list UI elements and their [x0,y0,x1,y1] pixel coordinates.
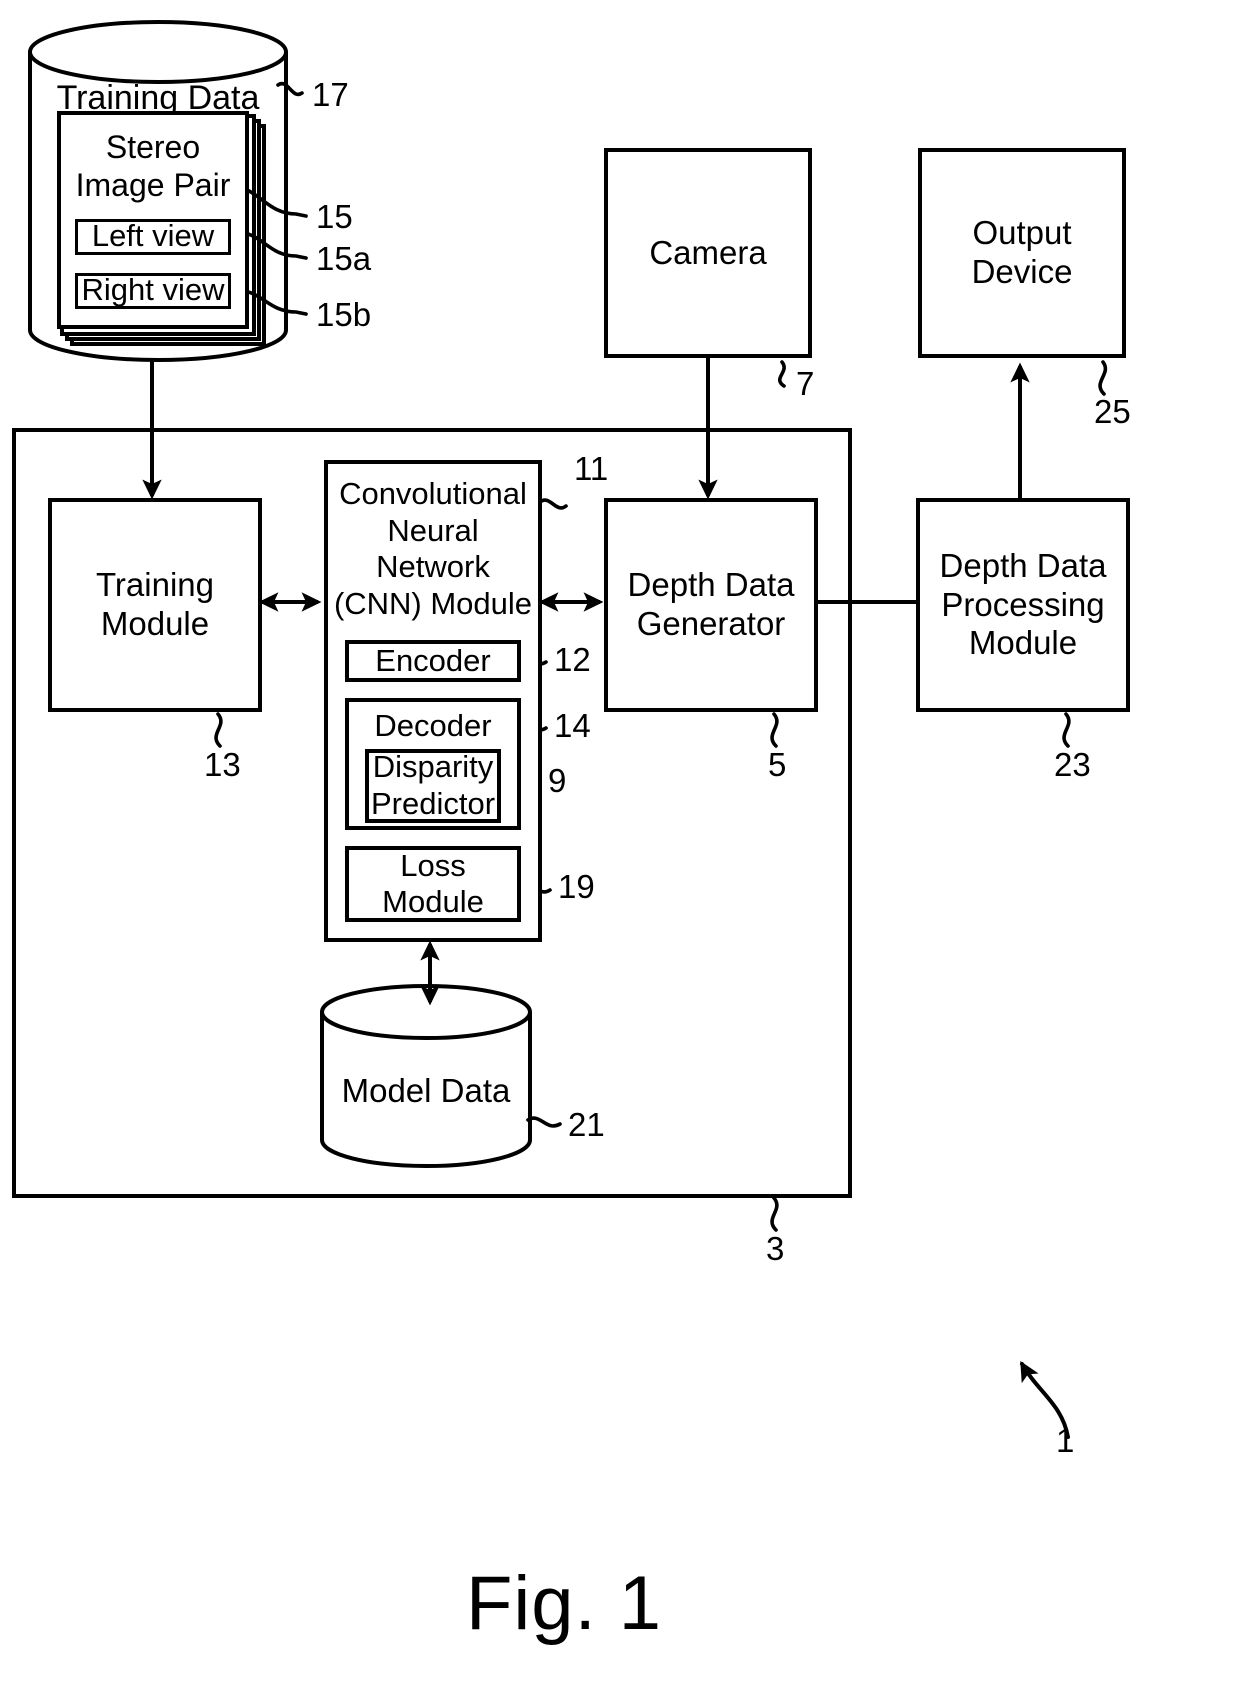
ref-21: 21 [568,1106,605,1143]
training-module-box: Training Module [48,498,262,712]
decoder-box: Decoder Disparity Predictor [345,698,521,831]
ref-23: 23 [1054,746,1091,783]
camera-label: Camera [649,233,767,271]
depth-data-processing-module-box: Depth Data Processing Module [916,498,1130,712]
ref-5: 5 [768,746,787,783]
loss-module-label: Loss Module [382,847,484,920]
depth-data-generator-box: Depth Data Generator [604,498,818,712]
ref-19: 19 [558,868,595,905]
ref-25: 25 [1094,393,1131,430]
disparity-predictor-box: Disparity Predictor [365,748,501,823]
output-device-box: Output Device [918,148,1126,358]
encoder-label: Encoder [375,643,491,679]
ref-13: 13 [204,746,241,783]
patent-figure: Training Data Stereo Image Pair Left vie… [0,0,1240,1705]
ref-7: 7 [796,365,815,402]
stereo-image-pair-card: Stereo Image Pair Left view Right view [57,111,249,329]
ref-15b: 15b [316,296,372,333]
output-device-label: Output Device [971,214,1073,290]
ref-15: 15 [316,198,353,235]
ref-15a: 15a [316,240,372,277]
figure-caption: Fig. 1 [466,1561,663,1646]
ref-14: 14 [554,707,591,744]
cnn-module-label: Convolutional Neural Network (CNN) Modul… [333,476,533,621]
ref-11: 11 [574,450,609,487]
depth-data-generator-label: Depth Data Generator [627,566,795,642]
ref-12: 12 [554,641,591,678]
left-view-box: Left view [75,218,231,255]
training-module-label: Training Module [96,566,214,642]
disparity-predictor-label: Disparity Predictor [370,749,496,821]
depth-data-processing-module-label: Depth Data Processing Module [939,546,1107,662]
model-data-label: Model Data [341,1072,511,1109]
left-view-label: Left view [91,218,215,254]
ref-3: 3 [766,1230,785,1267]
camera-box: Camera [604,148,812,358]
loss-module-box: Loss Module [345,846,521,923]
right-view-box: Right view [75,272,231,309]
ref-17: 17 [312,76,349,113]
ref-1: 1 [1056,1422,1075,1459]
right-view-label: Right view [81,272,225,308]
cnn-module-box: Convolutional Neural Network (CNN) Modul… [324,460,542,942]
encoder-box: Encoder [345,640,521,683]
ref-9: 9 [548,762,567,799]
stereo-image-pair-label: Stereo Image Pair [75,129,231,203]
decoder-label: Decoder [374,708,492,744]
